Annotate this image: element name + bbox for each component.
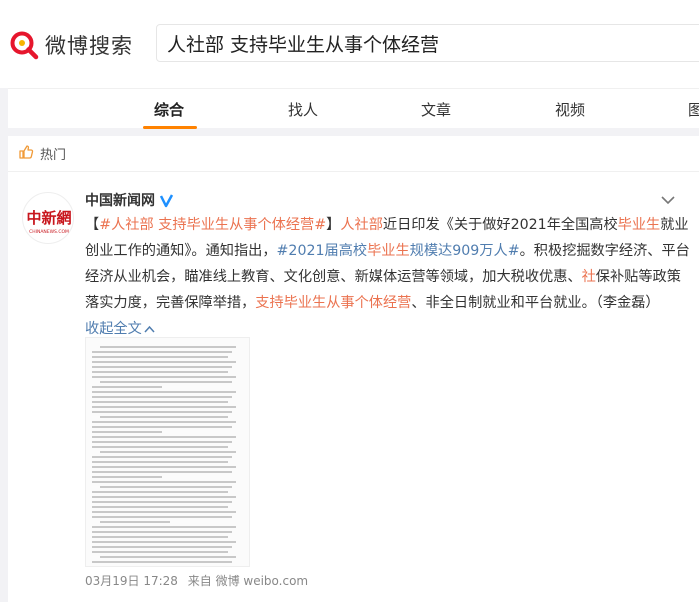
document-text-line	[92, 431, 162, 433]
highlight-link[interactable]: 毕业生	[618, 217, 661, 233]
document-text-line	[100, 521, 170, 523]
document-text-line	[92, 481, 236, 483]
document-text-line	[92, 411, 232, 413]
tab-comprehensive[interactable]: 综合	[154, 99, 184, 120]
highlight-link[interactable]: 毕业生	[367, 243, 410, 259]
collapse-full-text-link[interactable]: 收起全文	[85, 321, 142, 337]
document-text-line	[92, 436, 236, 438]
document-text-line	[92, 491, 228, 493]
document-text-line	[92, 531, 232, 533]
topic-link[interactable]: #2021届高校	[277, 243, 368, 259]
post-text-segment: 、非全日制就业和平台就业。（李金磊）	[411, 295, 660, 311]
post-source: 来自 微博 weibo.com	[187, 574, 309, 588]
document-text-line	[92, 546, 232, 548]
hot-label: 热门	[40, 148, 67, 163]
post-text-segment: 】	[326, 217, 341, 233]
tab-videos[interactable]: 视频	[555, 99, 585, 120]
logo-text: 微博搜索	[45, 34, 133, 58]
highlight-link[interactable]: 社	[582, 269, 596, 285]
document-text-line	[92, 396, 232, 398]
document-text-line	[92, 421, 236, 423]
highlight-link[interactable]: 支持毕业生从事个体经营	[255, 295, 411, 311]
highlight-link[interactable]: #人社部 支持毕业生从事个体经营#	[99, 217, 326, 233]
document-text-line	[100, 381, 232, 383]
post-text-segment: 近日印发《关于做好2021年全国高校	[382, 217, 618, 233]
post-text: 【#人社部 支持毕业生从事个体经营#】人社部近日印发《关于做好2021年全国高校…	[85, 212, 695, 342]
active-tab-indicator	[143, 126, 197, 129]
document-text-line	[92, 536, 228, 538]
document-text-line	[92, 496, 236, 498]
document-text-line	[92, 401, 228, 403]
thumbs-up-icon	[18, 144, 34, 164]
document-text-line	[100, 556, 236, 558]
document-text-line	[92, 506, 228, 508]
document-text-line	[92, 391, 236, 393]
document-text-line	[92, 466, 236, 468]
post-text-segment: 【	[85, 217, 100, 233]
weibo-search-icon	[9, 30, 39, 60]
avatar-logo-text: 中新網	[26, 209, 71, 227]
document-text-line	[92, 456, 232, 458]
document-text-line	[100, 451, 236, 453]
search-input[interactable]	[167, 32, 699, 54]
document-text-line	[92, 461, 228, 463]
document-text-line	[92, 551, 228, 553]
document-text-line	[92, 376, 236, 378]
author-row: 中国新闻网	[85, 190, 174, 210]
document-text-line	[92, 406, 236, 408]
document-text-line	[92, 351, 232, 353]
document-text-line	[92, 471, 232, 473]
search-tabs: 综合 找人 文章 视频 图	[8, 88, 699, 129]
document-text-line	[92, 526, 236, 528]
search-box[interactable]	[156, 24, 699, 62]
document-text-line	[100, 486, 232, 488]
highlight-link[interactable]: 人社部	[340, 217, 383, 233]
document-text-line	[92, 386, 162, 388]
hot-section-header: 热门	[8, 136, 699, 172]
document-text-line	[92, 476, 162, 478]
document-text-line	[100, 416, 228, 418]
topic-link[interactable]: 规模达909万人#	[410, 243, 520, 259]
top-bar: 微博搜索	[0, 0, 699, 88]
document-text-line	[92, 516, 232, 518]
author-name[interactable]: 中国新闻网	[85, 190, 155, 210]
chevron-up-icon[interactable]	[142, 321, 155, 337]
document-text-line	[92, 501, 232, 503]
weibo-search-logo[interactable]: 微博搜索	[9, 28, 133, 62]
chevron-down-icon[interactable]	[661, 190, 675, 205]
document-text-line	[92, 366, 232, 368]
avatar[interactable]: 中新網 CHINANEWS.COM	[22, 192, 74, 244]
tab-people[interactable]: 找人	[288, 99, 318, 120]
document-text-line	[92, 441, 232, 443]
document-text-line	[92, 356, 228, 358]
document-text-line	[92, 371, 228, 373]
document-text-line	[92, 541, 236, 543]
tab-articles[interactable]: 文章	[421, 99, 451, 120]
document-text-line	[92, 361, 236, 363]
tab-images[interactable]: 图	[688, 99, 699, 120]
post-meta: 03月19日 17:28 来自 微博 weibo.com	[85, 572, 308, 589]
post-date[interactable]: 03月19日 17:28	[85, 574, 178, 588]
document-text-line	[100, 346, 236, 348]
document-text-line	[92, 511, 236, 513]
document-text-line	[92, 426, 232, 428]
avatar-logo-subtext: CHINANEWS.COM	[29, 229, 69, 235]
document-text-line	[92, 446, 228, 448]
document-text-line	[92, 561, 232, 563]
document-image[interactable]	[85, 337, 250, 567]
weibo-post-card: 中新網 CHINANEWS.COM 中国新闻网 【#人社部 支持毕业生从事个体经…	[8, 172, 699, 602]
verified-v-icon	[159, 193, 174, 208]
